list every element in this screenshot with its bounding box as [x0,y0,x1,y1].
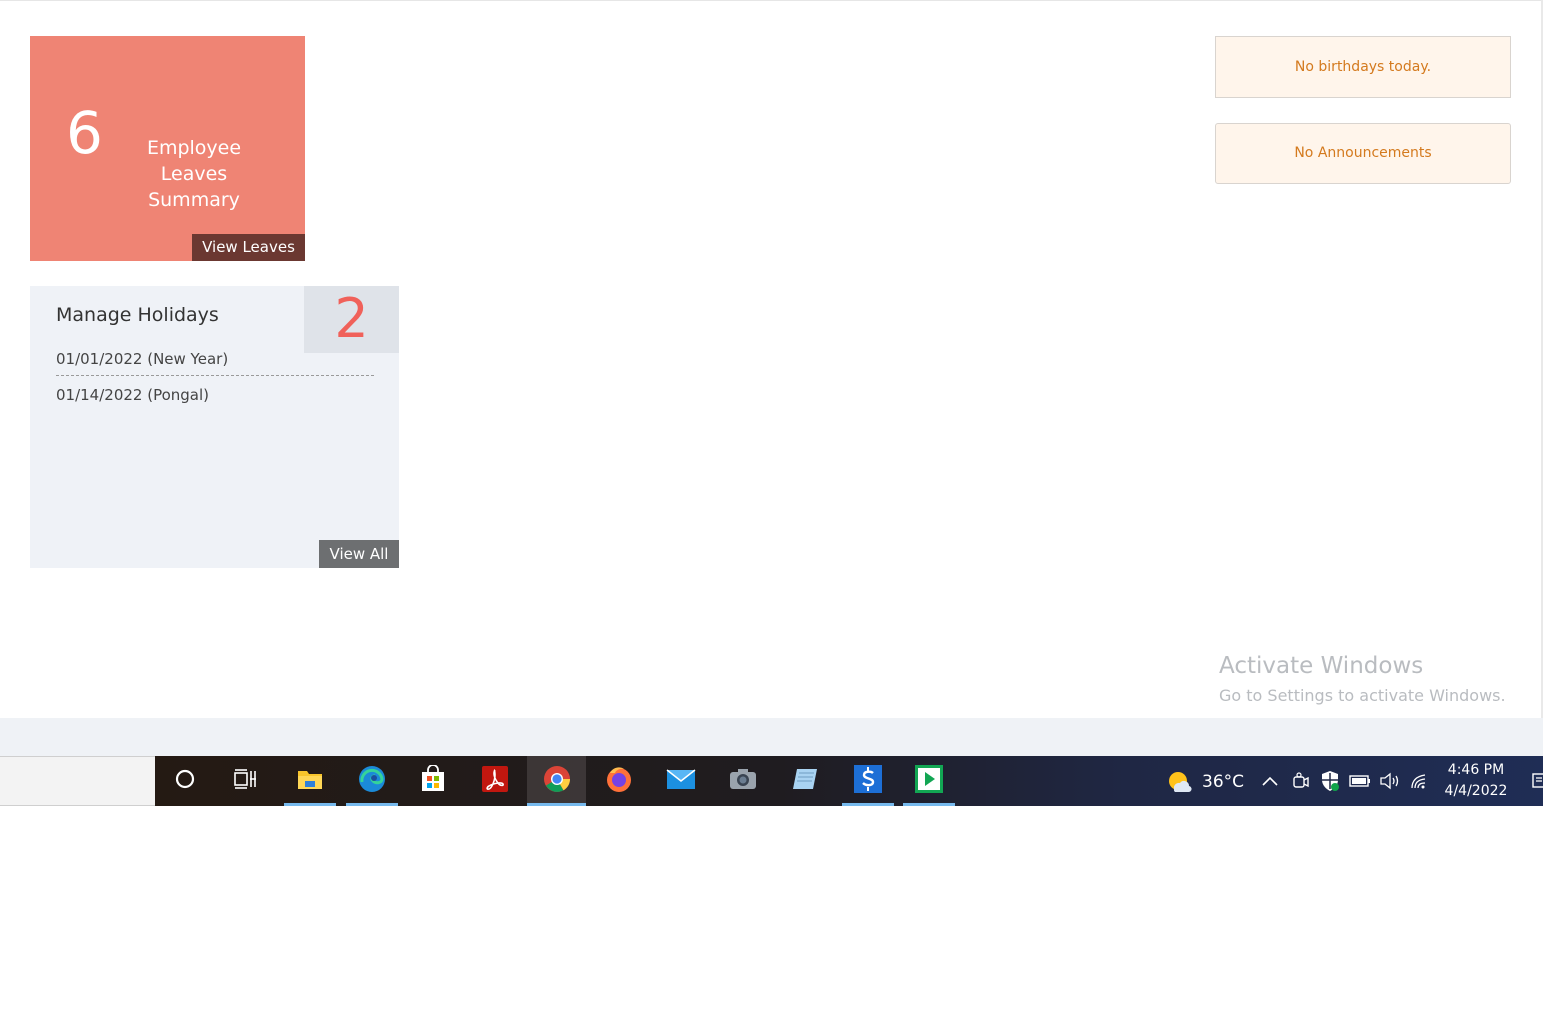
acrobat-button[interactable] [469,756,521,806]
file-explorer-button[interactable] [284,756,336,806]
media-player-button[interactable] [903,756,955,806]
running-indicator [842,803,894,806]
weather-icon[interactable] [1166,769,1192,795]
mail-icon [666,767,696,796]
windows-taskbar: 36°C 4:46 PM 4/4/2022 [0,756,1543,806]
camera-icon [728,767,758,796]
meet-now-icon[interactable] [1290,770,1312,792]
clock-date: 4/4/2022 [1444,783,1508,799]
acrobat-icon [481,765,509,798]
running-indicator [527,803,586,806]
firefox-icon [604,764,634,799]
leaves-label: Employee Leaves Summary [146,137,242,211]
announcements-notice: No Announcements [1215,123,1511,184]
chrome-button[interactable] [527,756,586,806]
skype-business-icon [853,764,883,799]
clock-time: 4:46 PM [1447,762,1505,778]
chevron-up-icon[interactable] [1259,770,1281,792]
camera-button[interactable] [717,756,769,806]
store-button[interactable] [407,756,459,806]
holiday-list: 01/01/2022 (New Year) 01/14/2022 (Pongal… [56,348,374,421]
edge-button[interactable] [346,756,398,806]
taskbar-search-box[interactable] [0,756,155,806]
running-indicator [346,803,398,806]
view-leaves-button[interactable]: View Leaves [192,234,305,261]
edge-icon [357,764,387,799]
top-divider [0,0,1543,1]
running-indicator [284,803,336,806]
cortana-button[interactable] [159,756,211,806]
task-view-icon [233,768,257,795]
holiday-item: 01/14/2022 (Pongal) [56,386,210,404]
screen: 6 Employee Leaves Summary View Leaves Ma… [0,0,1543,1014]
page-footer [0,718,1543,756]
wifi-icon[interactable] [1409,770,1431,792]
media-player-icon [914,764,944,799]
activate-windows-watermark: Activate Windows Go to Settings to activ… [1219,652,1506,710]
mail-button[interactable] [655,756,707,806]
security-shield-icon[interactable] [1319,770,1341,792]
holidays-title: Manage Holidays [56,304,219,326]
holiday-item: 01/01/2022 (New Year) [56,348,374,376]
battery-icon[interactable] [1349,770,1371,792]
skype-business-button[interactable] [842,756,894,806]
volume-icon[interactable] [1379,770,1401,792]
leaves-count: 6 [66,99,103,167]
store-icon [419,763,447,798]
holidays-count: 2 [334,287,369,350]
notification-center-icon[interactable] [1530,770,1543,792]
manage-holidays-tile: Manage Holidays 2 01/01/2022 (New Year) … [30,286,399,568]
running-indicator [903,803,955,806]
weather-temperature[interactable]: 36°C [1202,772,1244,792]
notes-icon [790,766,820,797]
birthdays-notice: No birthdays today. [1215,36,1511,98]
view-all-holidays-button[interactable]: View All [319,540,399,568]
chrome-icon [542,764,572,799]
firefox-button[interactable] [593,756,645,806]
activate-windows-subtitle: Go to Settings to activate Windows. [1219,686,1506,705]
cortana-icon [174,768,196,795]
employee-leaves-tile: 6 Employee Leaves Summary View Leaves [30,36,305,261]
file-explorer-icon [296,767,324,796]
notes-button[interactable] [779,756,831,806]
system-clock[interactable]: 4:46 PM 4/4/2022 [1440,760,1512,802]
activate-windows-title: Activate Windows [1219,653,1424,679]
task-view-button[interactable] [219,756,271,806]
holidays-count-box: 2 [304,286,399,353]
